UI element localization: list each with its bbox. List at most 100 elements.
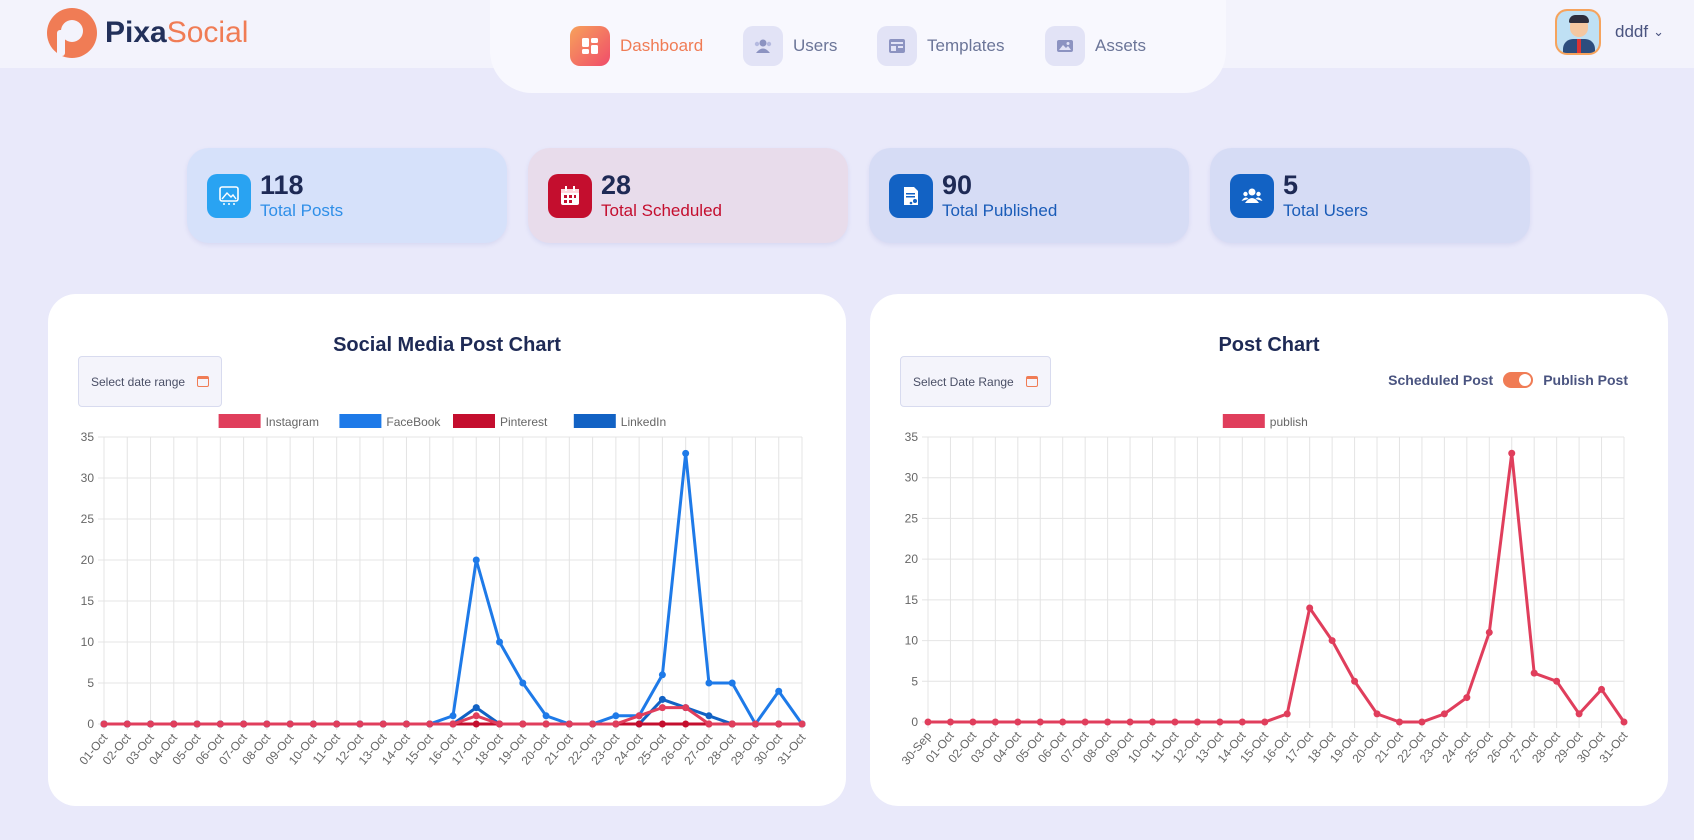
data-point[interactable] <box>542 712 550 720</box>
data-point[interactable] <box>1485 628 1493 636</box>
data-point[interactable] <box>612 720 620 728</box>
data-point[interactable] <box>658 671 666 679</box>
data-point[interactable] <box>1463 694 1471 702</box>
data-point[interactable] <box>924 718 932 726</box>
legend-item[interactable]: FaceBook <box>339 414 441 429</box>
legend-item[interactable]: Pinterest <box>453 414 548 429</box>
data-point[interactable] <box>379 720 387 728</box>
nav-users[interactable]: Users <box>743 26 837 66</box>
data-point[interactable] <box>991 718 999 726</box>
data-point[interactable] <box>333 720 341 728</box>
data-point[interactable] <box>123 720 131 728</box>
data-point[interactable] <box>612 712 620 720</box>
data-point[interactable] <box>472 704 480 712</box>
data-point[interactable] <box>216 720 224 728</box>
data-point[interactable] <box>1508 449 1516 457</box>
data-point[interactable] <box>751 720 759 728</box>
data-point[interactable] <box>946 718 954 726</box>
data-point[interactable] <box>542 720 550 728</box>
data-point[interactable] <box>1395 718 1403 726</box>
data-point[interactable] <box>635 712 643 720</box>
data-point[interactable] <box>705 720 713 728</box>
data-point[interactable] <box>1373 710 1381 718</box>
data-point[interactable] <box>635 720 643 728</box>
data-point[interactable] <box>682 704 690 712</box>
data-point[interactable] <box>1306 604 1314 612</box>
data-point[interactable] <box>1216 718 1224 726</box>
legend-item[interactable]: LinkedIn <box>573 414 666 429</box>
nav-dashboard[interactable]: Dashboard <box>570 26 703 66</box>
chart-legend[interactable]: publish <box>1222 414 1308 429</box>
data-point[interactable] <box>658 695 666 703</box>
data-point[interactable] <box>100 720 108 728</box>
data-point[interactable] <box>426 720 434 728</box>
nav-users-label: Users <box>793 36 838 55</box>
legend-item[interactable]: Instagram <box>218 414 319 429</box>
legend-swatch <box>218 414 261 428</box>
chart-legend[interactable]: Instagram FaceBook Pinterest LinkedIn <box>218 414 667 429</box>
data-point[interactable] <box>705 679 713 687</box>
data-point[interactable] <box>1193 718 1201 726</box>
data-point[interactable] <box>969 718 977 726</box>
data-point[interactable] <box>402 720 410 728</box>
data-point[interactable] <box>1620 718 1628 726</box>
data-point[interactable] <box>496 720 504 728</box>
data-point[interactable] <box>1598 685 1606 693</box>
data-point[interactable] <box>147 720 155 728</box>
data-point[interactable] <box>472 712 480 720</box>
avatar[interactable] <box>1555 9 1601 55</box>
data-point[interactable] <box>472 556 480 564</box>
data-point[interactable] <box>472 720 480 728</box>
data-point[interactable] <box>1126 718 1134 726</box>
data-point[interactable] <box>1418 718 1426 726</box>
brand-logo[interactable]: PixaSocial <box>47 8 248 58</box>
data-point[interactable] <box>170 720 178 728</box>
data-point[interactable] <box>589 720 597 728</box>
data-point[interactable] <box>496 638 504 646</box>
data-point[interactable] <box>356 720 364 728</box>
data-point[interactable] <box>775 720 783 728</box>
chevron-down-icon[interactable]: ⌄ <box>1653 24 1664 40</box>
data-point[interactable] <box>449 712 457 720</box>
data-point[interactable] <box>1575 710 1583 718</box>
data-point[interactable] <box>775 687 783 695</box>
post-chart: publish0510152025303530-Sep01-Oct02-Oct0… <box>899 414 1631 768</box>
data-point[interactable] <box>286 720 294 728</box>
data-point[interactable] <box>1014 718 1022 726</box>
data-point[interactable] <box>1553 677 1561 685</box>
data-point[interactable] <box>263 720 271 728</box>
data-point[interactable] <box>1036 718 1044 726</box>
nav-assets[interactable]: Assets <box>1045 26 1146 66</box>
legend-item[interactable]: publish <box>1222 414 1308 429</box>
user-menu[interactable]: dddf ⌄ <box>1555 9 1664 55</box>
data-point[interactable] <box>193 720 201 728</box>
data-point[interactable] <box>1059 718 1067 726</box>
data-point[interactable] <box>1440 710 1448 718</box>
data-point[interactable] <box>1104 718 1112 726</box>
data-point[interactable] <box>1283 710 1291 718</box>
data-point[interactable] <box>728 720 736 728</box>
data-point[interactable] <box>1081 718 1089 726</box>
data-point[interactable] <box>728 679 736 687</box>
data-point[interactable] <box>658 720 666 728</box>
data-point[interactable] <box>309 720 317 728</box>
data-point[interactable] <box>1149 718 1157 726</box>
data-point[interactable] <box>1351 677 1359 685</box>
data-point[interactable] <box>1530 669 1538 677</box>
data-point[interactable] <box>682 720 690 728</box>
data-point[interactable] <box>449 720 457 728</box>
data-point[interactable] <box>240 720 248 728</box>
data-point[interactable] <box>1261 718 1269 726</box>
data-point[interactable] <box>682 449 690 457</box>
y-tick-label: 20 <box>81 553 95 567</box>
data-point[interactable] <box>658 704 666 712</box>
data-point[interactable] <box>798 720 806 728</box>
data-point[interactable] <box>705 712 713 720</box>
data-point[interactable] <box>1171 718 1179 726</box>
data-point[interactable] <box>519 720 527 728</box>
data-point[interactable] <box>519 679 527 687</box>
data-point[interactable] <box>565 720 573 728</box>
data-point[interactable] <box>1328 637 1336 645</box>
nav-templates[interactable]: Templates <box>877 26 1004 66</box>
data-point[interactable] <box>1238 718 1246 726</box>
